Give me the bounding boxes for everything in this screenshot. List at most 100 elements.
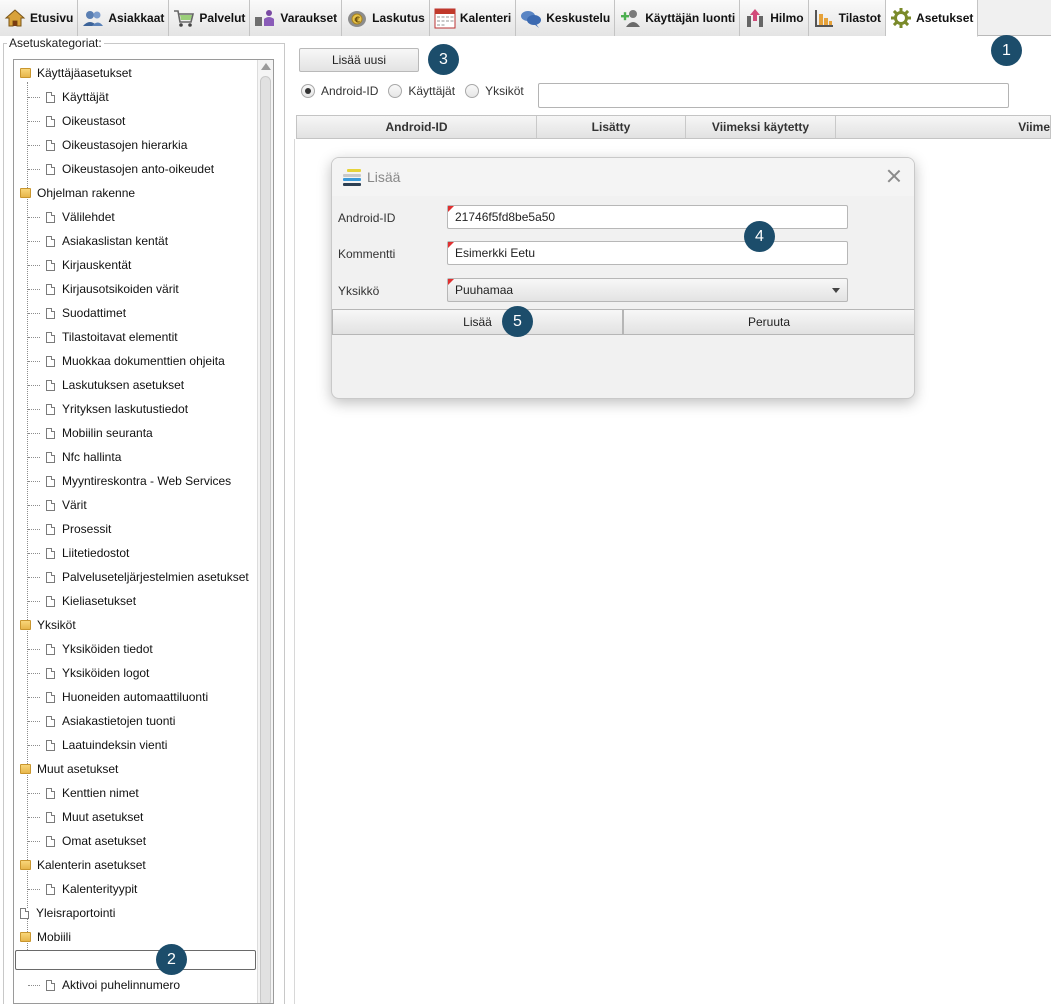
tree-item[interactable]: Laatuindeksin vienti: [28, 734, 167, 756]
tab-label: Tilastot: [838, 11, 882, 25]
tree-item[interactable]: Suodattimet: [28, 302, 126, 324]
tree-item[interactable]: Asiakastietojen tuonti: [28, 710, 176, 732]
tree-item[interactable]: Oikeustasojen hierarkia: [28, 134, 188, 156]
tree-item-label: Värit: [62, 498, 87, 512]
scroll-up-arrow-icon[interactable]: [261, 63, 271, 70]
tree-item[interactable]: Yksiköiden logot: [28, 662, 149, 684]
tree-item[interactable]: Laskutuksen asetukset: [28, 374, 184, 396]
tree-connector: [28, 649, 40, 650]
chat-icon: [520, 7, 542, 29]
tab-laskutus[interactable]: € Laskutus: [342, 0, 430, 36]
radio-android-id-label[interactable]: Android-ID: [321, 84, 378, 98]
tree-item[interactable]: Oikeustasot: [28, 110, 125, 132]
tab-hilmo[interactable]: Hilmo: [740, 0, 809, 36]
tree-item[interactable]: Käyttäjät: [28, 86, 109, 108]
step-badge-3: 3: [428, 44, 459, 75]
tab-kalenteri[interactable]: Kalenteri: [429, 0, 517, 36]
tree-item[interactable]: Liitetiedostot: [28, 542, 129, 564]
settings-tree[interactable]: Käyttäjäasetukset Käyttäjät Oikeustasot Oik…: [13, 59, 274, 1004]
tab-varaukset[interactable]: Varaukset: [250, 0, 343, 36]
tab-label: Käyttäjän luonti: [645, 11, 736, 25]
unit-select[interactable]: Puuhamaa: [447, 278, 848, 302]
tree-item[interactable]: Omat asetukset: [28, 830, 146, 852]
tree-item[interactable]: Muut asetukset: [28, 806, 143, 828]
tree-item[interactable]: Huoneiden automaattiluonti: [28, 686, 208, 708]
tree-item[interactable]: Prosessit: [28, 518, 111, 540]
tree-item-label: Tilastoitavat elementit: [62, 330, 178, 344]
tree-item-label: Oikeustasojen hierarkia: [62, 138, 188, 152]
tree-item[interactable]: Nfc hallinta: [28, 446, 121, 468]
tree-folder[interactable]: Muut asetukset: [20, 758, 118, 780]
tree-item-label: Mobiilin seuranta: [62, 426, 153, 440]
tree-item[interactable]: Kenttien nimet: [28, 782, 139, 804]
tab-palvelut[interactable]: Palvelut: [169, 0, 251, 36]
tab-keskustelu[interactable]: Keskustelu: [516, 0, 616, 36]
radio-units[interactable]: [465, 84, 480, 98]
tab-asetukset[interactable]: Asetukset: [886, 0, 979, 37]
radio-units-label[interactable]: Yksiköt: [485, 84, 524, 98]
dialog-cancel-button[interactable]: Peruuta: [623, 309, 914, 335]
tree-item[interactable]: Kirjauskentät: [28, 254, 131, 276]
file-icon: [46, 643, 55, 655]
dialog-titlebar: Lisää: [332, 158, 914, 196]
tree-folder[interactable]: Yksiköt: [20, 614, 76, 636]
dialog-add-button[interactable]: Lisää: [332, 309, 623, 335]
tree-item[interactable]: Tilastoitavat elementit: [28, 326, 178, 348]
column-header-android-id[interactable]: Android-ID: [297, 116, 537, 138]
tree-item[interactable]: Yleisraportointi: [20, 902, 115, 924]
file-icon: [46, 739, 55, 751]
tab-tilastot[interactable]: Tilastot: [808, 0, 887, 36]
tree-item[interactable]: Myyntireskontra - Web Services: [28, 470, 231, 492]
calendar-icon: [434, 7, 456, 29]
tree-item[interactable]: Oikeustasojen anto-oikeudet: [28, 158, 215, 180]
tree-connector: [28, 817, 40, 818]
close-icon[interactable]: [885, 167, 903, 185]
search-input[interactable]: [538, 83, 1009, 108]
column-header-last[interactable]: Viime: [836, 116, 1050, 138]
tree-item-label: Kirjausotsikoiden värit: [62, 282, 179, 296]
tree-item[interactable]: Yrityksen laskutustiedot: [28, 398, 188, 420]
file-icon: [46, 547, 55, 559]
tree-item[interactable]: Asiakaslistan kentät: [28, 230, 168, 252]
tree-scrollbar[interactable]: [257, 60, 273, 1003]
column-header-added[interactable]: Lisätty: [537, 116, 686, 138]
tab-etusivu[interactable]: Etusivu: [0, 0, 79, 36]
tree-item[interactable]: Palveluseteljärjestelmien asetukset: [28, 566, 249, 588]
tree-folder[interactable]: Kalenterin asetukset: [20, 854, 146, 876]
tab-label: Laskutus: [372, 11, 425, 25]
tree-item[interactable]: Kieliasetukset: [28, 590, 136, 612]
add-new-button[interactable]: Lisää uusi: [299, 48, 419, 72]
tab-kayttajan-luonti[interactable]: Käyttäjän luonti: [615, 0, 741, 36]
scroll-thumb[interactable]: [260, 76, 271, 1003]
tree-item[interactable]: Värit: [28, 494, 87, 516]
tree-item-label: Kalenterityypit: [62, 882, 138, 896]
android-id-field[interactable]: 21746f5fd8be5a50: [447, 205, 848, 229]
tree-item-label: Oikeustasojen anto-oikeudet: [62, 162, 215, 176]
tree-item[interactable]: Kalenterityypit: [28, 878, 138, 900]
radio-users[interactable]: [388, 84, 403, 98]
column-header-last-used[interactable]: Viimeksi käytetty: [686, 116, 836, 138]
tree-connector: [28, 121, 40, 122]
tree-item[interactable]: Mobiilin seuranta: [28, 422, 153, 444]
tree-connector: [28, 313, 40, 314]
tree-item[interactable]: Muokkaa dokumenttien ohjeita: [28, 350, 225, 372]
tree-item[interactable]: Kirjausotsikoiden värit: [28, 278, 179, 300]
tree-item-label: Palveluseteljärjestelmien asetukset: [62, 570, 249, 584]
tree-item[interactable]: Välilehdet: [28, 206, 115, 228]
tree-item-label: Asiakastietojen tuonti: [62, 714, 176, 728]
tree-connector: [28, 889, 40, 890]
tree-folder[interactable]: Mobiili: [20, 926, 71, 948]
tree-item[interactable]: Yksiköiden tiedot: [28, 638, 153, 660]
tree-folder[interactable]: Käyttäjäasetukset: [20, 62, 132, 84]
tree-connector: [28, 793, 40, 794]
radio-android-id[interactable]: [301, 84, 315, 98]
tab-label: Palvelut: [199, 11, 246, 25]
tab-asiakkaat[interactable]: Asiakkaat: [78, 0, 170, 36]
tree-item[interactable]: Aktivoi puhelinnumero: [28, 974, 180, 996]
folder-icon: [20, 188, 31, 198]
comment-field[interactable]: Esimerkki Eetu: [447, 241, 848, 265]
tree-folder[interactable]: Ohjelman rakenne: [20, 182, 135, 204]
file-icon: [46, 307, 55, 319]
tree-connector: [28, 505, 40, 506]
radio-users-label[interactable]: Käyttäjät: [408, 84, 455, 98]
